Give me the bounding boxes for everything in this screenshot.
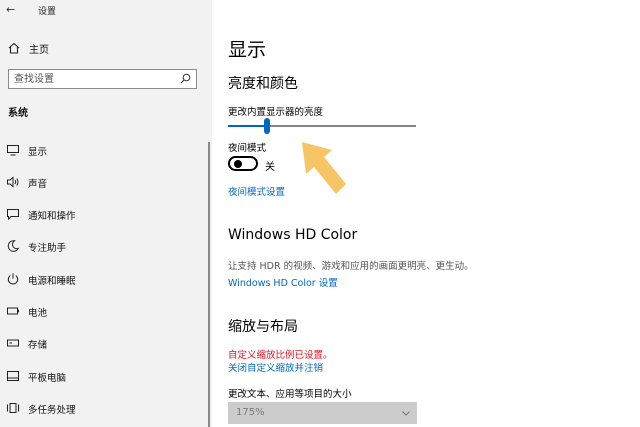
sidebar-item-battery[interactable]: 电池 [0,300,212,322]
sidebar-item-storage[interactable]: 存储 [0,332,212,354]
hdr-settings-link[interactable]: Windows HD Color 设置 [228,275,338,289]
sign-out-link[interactable]: 关闭自定义缩放并注销 [228,360,323,374]
sidebar-scrollbar[interactable] [208,142,210,427]
sidebar-item-label: 通知和操作 [28,211,76,222]
section-title: 系统 [8,108,28,119]
sidebar-item-label: 电源和睡眠 [28,276,76,287]
brightness-slider[interactable] [228,118,416,134]
sidebar: ← 设置 主页 系统 显示 声音 通知和操作 [0,0,212,427]
sidebar-item-label: 专注助手 [28,243,67,254]
sidebar-item-sound[interactable]: 声音 [0,171,212,193]
app-title: 设置 [38,7,57,17]
search-input[interactable] [14,72,174,86]
sidebar-item-label: 平板电脑 [28,373,67,384]
back-arrow-icon: ← [6,3,16,16]
sidebar-item-label: 主页 [29,45,49,56]
slider-thumb[interactable] [264,118,271,134]
slider-fill [228,125,268,127]
night-mode-label: 夜间模式 [228,143,267,154]
storage-icon [7,339,19,347]
brightness-slider-label: 更改内置显示器的亮度 [228,107,324,118]
sidebar-item-label: 电池 [28,308,48,319]
scale-heading: 缩放与布局 [228,319,298,335]
tablet-icon [7,371,19,381]
hdr-heading: Windows HD Color [228,227,358,243]
brightness-heading: 亮度和颜色 [228,76,298,92]
back-button[interactable]: ← [6,3,22,17]
notification-icon [7,209,19,221]
power-icon [7,273,19,285]
chevron-down-icon [402,411,410,416]
moon-icon [7,240,20,252]
main-content: 显示 亮度和颜色 更改内置显示器的亮度 夜间模式 关 夜间模式设置 Window… [212,0,640,427]
sidebar-item-power-sleep[interactable]: 电源和睡眠 [0,268,212,290]
sidebar-item-display[interactable]: 显示 [0,139,212,161]
speaker-icon [7,176,19,188]
hdr-description: 让支持 HDR 的视频、游戏和应用的画面更明亮、更生动。 [228,261,474,272]
sidebar-item-label: 声音 [28,179,48,190]
sidebar-item-notifications[interactable]: 通知和操作 [0,203,212,225]
sidebar-item-label: 多任务处理 [28,405,76,416]
monitor-icon [7,145,19,156]
multitask-icon [7,403,19,413]
size-label: 更改文本、应用等项目的大小 [228,389,352,400]
page-title: 显示 [228,39,267,61]
sidebar-item-tablet[interactable]: 平板电脑 [0,365,212,387]
home-icon [8,42,20,54]
size-dropdown[interactable]: 175% [228,402,417,424]
sidebar-item-label: 显示 [28,147,48,158]
size-dropdown-value: 175% [236,407,265,418]
night-mode-toggle[interactable] [228,156,258,171]
toggle-knob [234,160,242,168]
sidebar-item-label: 存储 [28,340,48,351]
battery-icon [7,307,19,315]
search-box[interactable] [8,69,197,89]
pointer-arrow-icon [302,142,346,194]
custom-scale-warning: 自定义缩放比例已设置。 [228,350,333,361]
sidebar-item-multitasking[interactable]: 多任务处理 [0,397,212,419]
search-icon[interactable] [180,73,191,84]
night-mode-settings-link[interactable]: 夜间模式设置 [228,184,285,198]
sidebar-item-focus-assist[interactable]: 专注助手 [0,235,212,257]
sidebar-item-home[interactable]: 主页 [0,38,212,58]
night-mode-state: 关 [265,162,275,173]
